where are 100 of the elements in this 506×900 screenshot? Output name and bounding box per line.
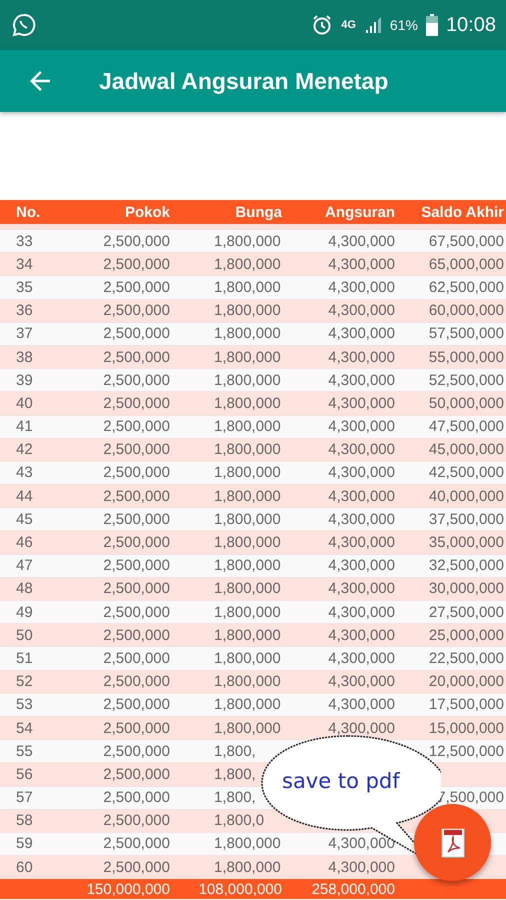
table-cell-text: 2,500,000 [102, 626, 170, 644]
table-cell-text: 4,300,000 [327, 696, 395, 714]
table-cell-text: 32,500,000 [428, 557, 504, 574]
table-cell-text: 1,800,000 [213, 372, 282, 389]
table-cell-text: 51 [15, 650, 34, 667]
table-cell-text: 2,500,000 [102, 742, 170, 760]
battery-level: 61% [390, 17, 418, 33]
table-cell-text: 67,500,000 [428, 232, 504, 250]
table-cell-text: 53 [15, 696, 34, 714]
table-cell-text: 4,300,000 [327, 604, 395, 621]
table-cell-text: 4,300,000 [327, 557, 395, 574]
table-cell-text: 2,500,000 [102, 650, 170, 667]
screen-title: Jadwal Angsuran Menetap [99, 68, 388, 94]
table-cell-text: 1,800,000 [213, 510, 282, 528]
table-cell-text: 46 [15, 534, 34, 552]
chat-icon [12, 13, 36, 37]
table-cell-text: 40,000,000 [428, 488, 504, 505]
table-cell-text: 52 [15, 673, 34, 690]
table-cell-text: 4,300,000 [327, 858, 395, 876]
table-cell-text: 2,500,000 [102, 766, 170, 783]
table-cell-text: 1,800,000 [213, 302, 282, 320]
table-cell-text: 2,500,000 [102, 812, 170, 830]
table-cell-text: 38 [15, 348, 34, 366]
table-cell-text: 2,500,000 [102, 372, 170, 389]
table-cell-text: 4,300,000 [327, 650, 395, 667]
table-cell-text: 58 [15, 812, 34, 830]
table-cell-text: 42 [15, 441, 34, 458]
table-cell-text: 2,500,000 [102, 673, 170, 690]
table-cell-text: 25,000,000 [428, 626, 504, 644]
table-cell-text: 4,300,000 [327, 256, 395, 273]
table-cell-text: 2,500,000 [102, 604, 170, 621]
table-cell-text: 57 [15, 789, 34, 806]
table-cell-text: 4,300,000 [327, 418, 395, 436]
table-cell-text: 4,300,000 [327, 835, 395, 852]
table-cell-text: 62,500,000 [428, 278, 504, 296]
table-cell-text: 57,500,000 [428, 325, 504, 342]
table-cell-text: 1,800,000 [213, 441, 282, 458]
table-cell-text: 49 [15, 604, 34, 621]
table-cell-text: 1,800,000 [213, 394, 282, 412]
table-cell-text: 37,500,000 [428, 510, 504, 528]
table-cell-text: 60 [15, 858, 34, 876]
table-cell-text: 1,800,000 [213, 232, 282, 250]
battery-icon [426, 14, 438, 36]
table-cell-text: 44 [15, 488, 34, 505]
table-cell-text: 1,800,0 [213, 812, 266, 830]
table-cell-text: 2,500,000 [102, 835, 170, 852]
table-cell-text: 2,500,000 [102, 696, 170, 714]
table-cell-text: 4,300,000 [327, 325, 395, 342]
table-cell-text: 52,500,000 [428, 372, 504, 389]
table-cell-text: 4,300,000 [327, 372, 395, 389]
table-cell-text: 2,500,000 [102, 464, 170, 482]
table-cell-text: 39 [15, 372, 34, 389]
table-cell-text: 1,800,000 [213, 650, 282, 667]
table-cell-text: 4,300,000 [327, 441, 395, 458]
table-cell-text: 2,500,000 [102, 488, 170, 505]
table-cell-text: 4,300,000 [327, 626, 395, 644]
table-cell-text: 4,300,000 [327, 510, 395, 528]
table-cell-text: 1,800,000 [213, 488, 282, 505]
column-header: Saldo Akhir [420, 204, 504, 220]
table-cell-text: 65,000,000 [428, 256, 504, 273]
table-cell-text: 1,800,000 [213, 835, 282, 852]
table-cell-text: 1,800,000 [213, 534, 282, 552]
table-cell-text: 2,500,000 [102, 418, 170, 436]
table-cell-text: 50 [15, 626, 34, 644]
table-cell-text: 2,500,000 [102, 858, 170, 876]
table-cell-text: 54 [15, 720, 34, 737]
table-cell-text: 1,800, [213, 742, 257, 760]
table-cell-text: 1,800,000 [213, 278, 282, 296]
table-cell-text: 2,500,000 [102, 256, 170, 273]
table-cell-text: 43 [15, 464, 34, 482]
table-cell-text: 59 [15, 835, 34, 852]
alarm-icon [311, 14, 334, 36]
table-cell-text: 4,300,000 [327, 232, 395, 250]
table-cell-text: 20,000,000 [428, 673, 504, 690]
table-cell-text: 42,500,000 [428, 464, 504, 482]
table-cell-text: 45 [15, 510, 34, 528]
pdf-file-icon [440, 828, 464, 858]
table-cell-text: 47 [15, 557, 34, 574]
table-cell-text: 2,500,000 [102, 302, 170, 320]
table-cell-text: 4,300,000 [327, 720, 395, 737]
table-cell-text: 56 [15, 766, 34, 783]
table-cell-text: 1,800,000 [213, 604, 282, 621]
clock: 10:08 [446, 14, 496, 36]
table-cell-text: 1,800,000 [213, 673, 282, 690]
table-cell-text: 1,800, [213, 789, 257, 806]
table-cell-text: 2,500,000 [102, 278, 170, 296]
table-cell-text: 4,300,000 [327, 302, 395, 320]
table-cell-text: 1,800,000 [213, 580, 282, 598]
table-cell-text: 1,800,000 [213, 626, 282, 644]
table-cell-text: 2,500,000 [102, 325, 170, 342]
column-header: No. [15, 204, 42, 220]
table-cell-text: 2,500,000 [102, 789, 170, 806]
table-cell-text: 4,300,000 [327, 278, 395, 296]
total-cell-text: 150,000,000 [86, 880, 170, 898]
table-cell-text: 15,000,000 [428, 720, 504, 737]
table-cell-text: 2,500,000 [102, 720, 170, 737]
table-cell-text: 2,500,000 [102, 232, 170, 250]
table-cell-text: 2,500,000 [102, 510, 170, 528]
table-cell-text: 40 [15, 394, 34, 412]
table-cell-text: 7,500,000 [436, 789, 504, 806]
